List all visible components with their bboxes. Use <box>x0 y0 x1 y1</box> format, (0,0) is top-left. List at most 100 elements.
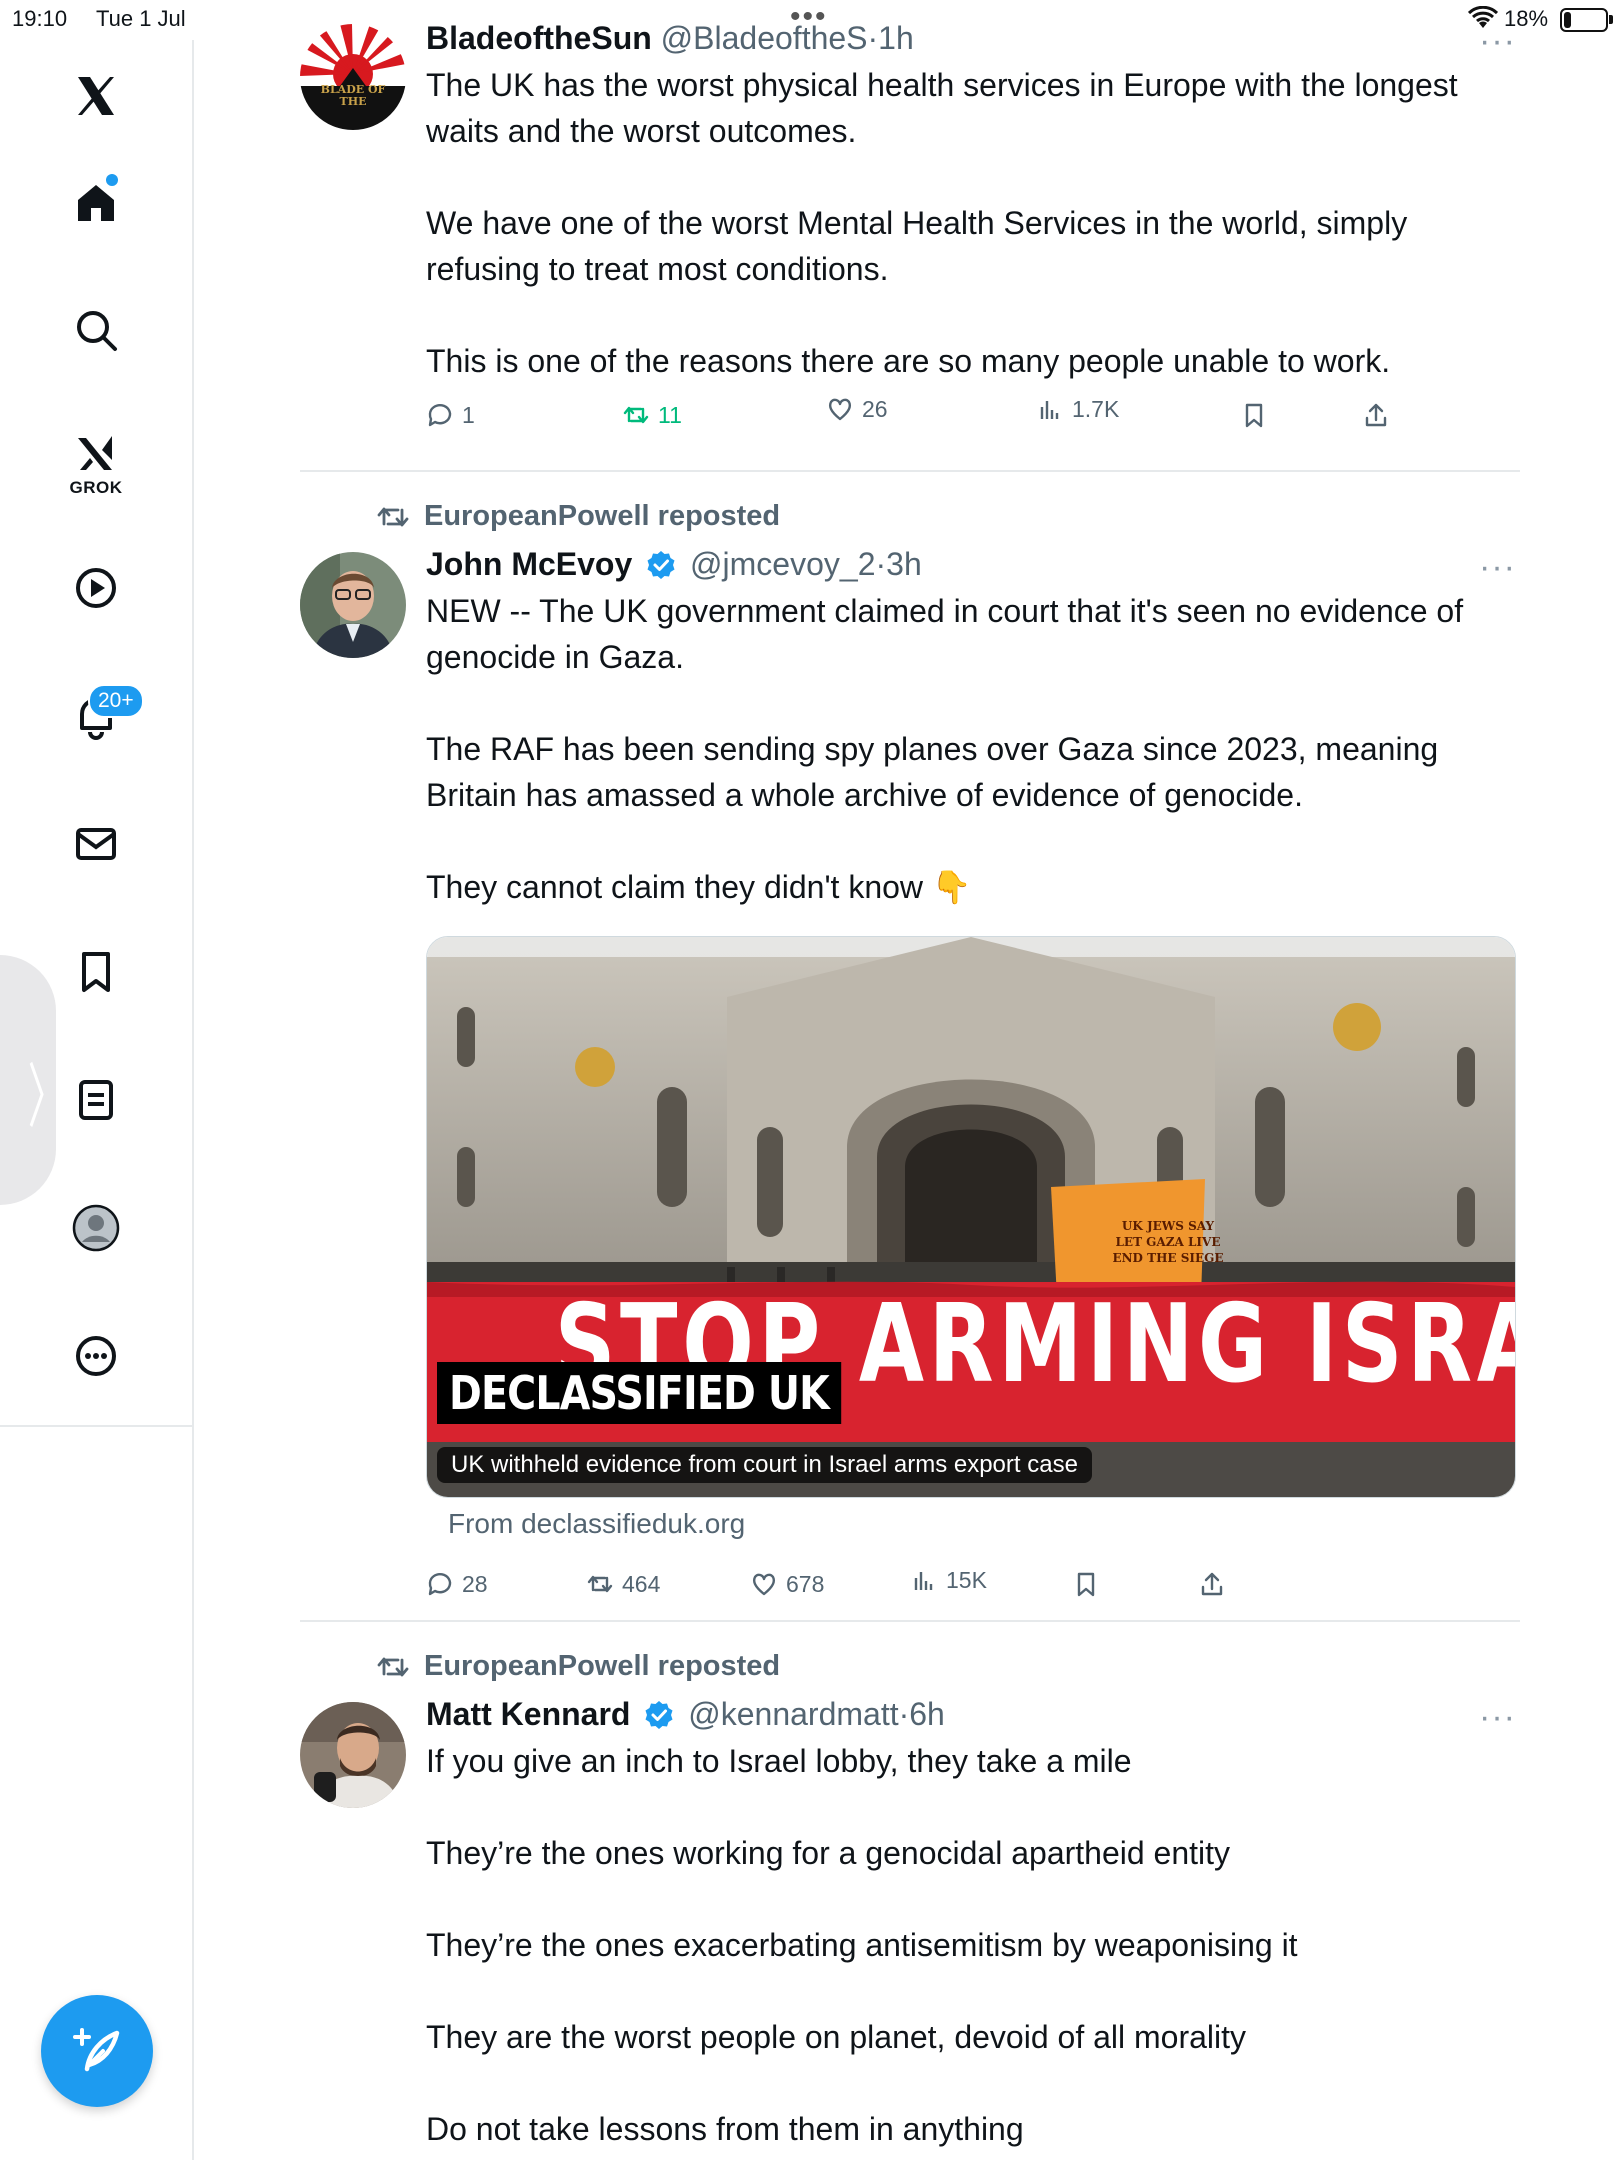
feather-plus-icon <box>73 2028 120 2072</box>
post-paragraph: We have one of the worst Mental Health S… <box>426 205 1408 287</box>
post-text: If you give an inch to Israel lobby, the… <box>426 1738 1516 2152</box>
reply-count: 28 <box>462 1570 488 1597</box>
post-paragraph: NEW -- The UK government claimed in cour… <box>426 593 1464 675</box>
sidebar-nav: GROK 20+ <box>0 40 194 1427</box>
repost-context[interactable]: EuropeanPowell reposted <box>376 500 780 533</box>
bookmark-icon <box>1245 403 1263 428</box>
share-button[interactable] <box>1362 401 1390 429</box>
post-author-handle[interactable]: @kennardmatt <box>688 1696 898 1732</box>
compose-post-button[interactable] <box>41 1995 153 2107</box>
grok-icon[interactable] <box>66 424 126 484</box>
post-time[interactable]: 6h <box>909 1696 945 1732</box>
repost-context-label: EuropeanPowell reposted <box>424 500 781 532</box>
status-time: 19:10 <box>12 6 68 31</box>
more-options-icon[interactable] <box>66 1326 126 1386</box>
sidebar-column-rule <box>192 1425 194 2160</box>
separator-dot: · <box>875 546 887 582</box>
reply-button[interactable]: 1 <box>426 401 475 429</box>
reply-icon <box>428 1573 452 1596</box>
post-actions: 28 464 678 15K <box>426 1567 1426 1610</box>
post-paragraph: This is one of the reasons there are so … <box>426 343 1391 379</box>
share-button[interactable] <box>1198 1570 1226 1598</box>
bookmark-button[interactable] <box>1072 1570 1100 1598</box>
reply-icon <box>428 404 452 427</box>
views-button[interactable]: 1.7K <box>1036 395 1119 423</box>
repost-icon <box>377 507 409 526</box>
notifications-badge: 20+ <box>88 684 144 718</box>
post-paragraph: They’re the ones working for a genocidal… <box>426 1835 1231 1871</box>
post-more-icon[interactable]: ··· <box>1479 1698 1516 1737</box>
orange-banner-line: UK JEWS SAY <box>1121 1219 1215 1233</box>
verified-badge-icon <box>645 1701 673 1729</box>
search-icon[interactable] <box>66 300 126 360</box>
repost-icon <box>623 406 649 424</box>
post-divider <box>300 470 1520 472</box>
repost-context-label: EuropeanPowell reposted <box>424 1650 781 1682</box>
repost-icon <box>587 1575 613 1593</box>
post-more-icon[interactable]: ··· <box>1479 22 1516 61</box>
avatar[interactable] <box>300 1702 406 1808</box>
post-paragraph: Do not take lessons from them in anythin… <box>426 2111 1024 2147</box>
post-author-handle[interactable]: @jmcevoy_2 <box>690 546 875 582</box>
post-text: NEW -- The UK government claimed in cour… <box>426 588 1516 910</box>
link-card-title: UK withheld evidence from court in Israe… <box>437 1447 1092 1483</box>
post-author-handle[interactable]: @BladeoftheS <box>661 20 868 56</box>
x-logo-icon[interactable] <box>66 66 126 126</box>
post-paragraph: The UK has the worst physical health ser… <box>426 67 1458 149</box>
view-count: 1.7K <box>1072 395 1120 422</box>
bookmarks-icon[interactable] <box>66 942 126 1002</box>
like-count: 26 <box>862 395 888 422</box>
view-count: 15K <box>946 1566 987 1593</box>
heart-icon <box>828 398 852 421</box>
repost-button[interactable]: 11 <box>622 401 682 429</box>
separator-dot: · <box>867 20 879 56</box>
declassified-uk-overlay: DECLASSIFIED UK <box>437 1362 841 1424</box>
reply-button[interactable]: 28 <box>426 1570 488 1598</box>
orange-banner-line: END THE SIEGE <box>1112 1251 1224 1265</box>
verified-badge-icon <box>647 551 675 579</box>
avatar-text: BLADE OF THE <box>320 83 386 108</box>
like-count: 678 <box>786 1570 825 1597</box>
reply-count: 1 <box>462 401 475 428</box>
profile-avatar-icon[interactable] <box>66 1198 126 1258</box>
grok-label: GROK <box>69 478 123 497</box>
messages-envelope-icon[interactable] <box>66 814 126 874</box>
orange-banner-line: LET GAZA LIVE <box>1115 1235 1221 1249</box>
repost-count: 11 <box>658 401 682 428</box>
post-more-icon[interactable]: ··· <box>1479 548 1516 587</box>
repost-icon <box>377 1657 409 1676</box>
views-button[interactable]: 15K <box>910 1566 987 1594</box>
post-time[interactable]: 3h <box>886 546 922 582</box>
post-divider <box>300 1620 1520 1622</box>
like-button[interactable]: 678 <box>750 1570 824 1598</box>
link-source[interactable]: From declassifieduk.org <box>448 1508 745 1540</box>
post-author-name[interactable]: John McEvoy <box>426 546 632 582</box>
heart-icon <box>752 1573 776 1596</box>
post-paragraph: They’re the ones exacerbating antisemiti… <box>426 1927 1298 1963</box>
like-button[interactable]: 26 <box>826 395 888 423</box>
post-paragraph: If you give an inch to Israel lobby, the… <box>426 1743 1132 1779</box>
sidebar-expand-handle[interactable]: 〉 <box>0 955 66 1205</box>
chevron-right-icon: 〉 <box>27 1058 67 1136</box>
video-play-icon[interactable] <box>66 558 126 618</box>
avatar[interactable]: BLADE OF THE <box>300 24 406 130</box>
bookmark-icon <box>1077 1572 1095 1597</box>
post-paragraph: They are the worst people on planet, dev… <box>426 2019 1247 2055</box>
status-date: Tue 1 Jul <box>96 6 186 31</box>
post-text: The UK has the worst physical health ser… <box>426 62 1516 384</box>
post-author-name[interactable]: BladeoftheSun <box>426 20 652 56</box>
views-chart-icon <box>1040 401 1059 419</box>
repost-context[interactable]: EuropeanPowell reposted <box>376 1650 780 1683</box>
post-actions: 1 11 26 1.7K <box>426 396 1426 441</box>
views-chart-icon <box>914 1572 933 1590</box>
bookmark-button[interactable] <box>1240 401 1268 429</box>
post-author-name[interactable]: Matt Kennard <box>426 1696 630 1732</box>
repost-button[interactable]: 464 <box>586 1570 660 1598</box>
link-card-image[interactable]: UK JEWS SAY LET GAZA LIVE END THE SIEGE … <box>426 936 1516 1498</box>
post-paragraph: The RAF has been sending spy planes over… <box>426 731 1439 813</box>
share-icon <box>1365 403 1387 427</box>
home-unread-dot <box>106 174 118 186</box>
lists-icon[interactable] <box>66 1070 126 1130</box>
post-time[interactable]: 1h <box>878 20 914 56</box>
avatar[interactable] <box>300 552 406 658</box>
